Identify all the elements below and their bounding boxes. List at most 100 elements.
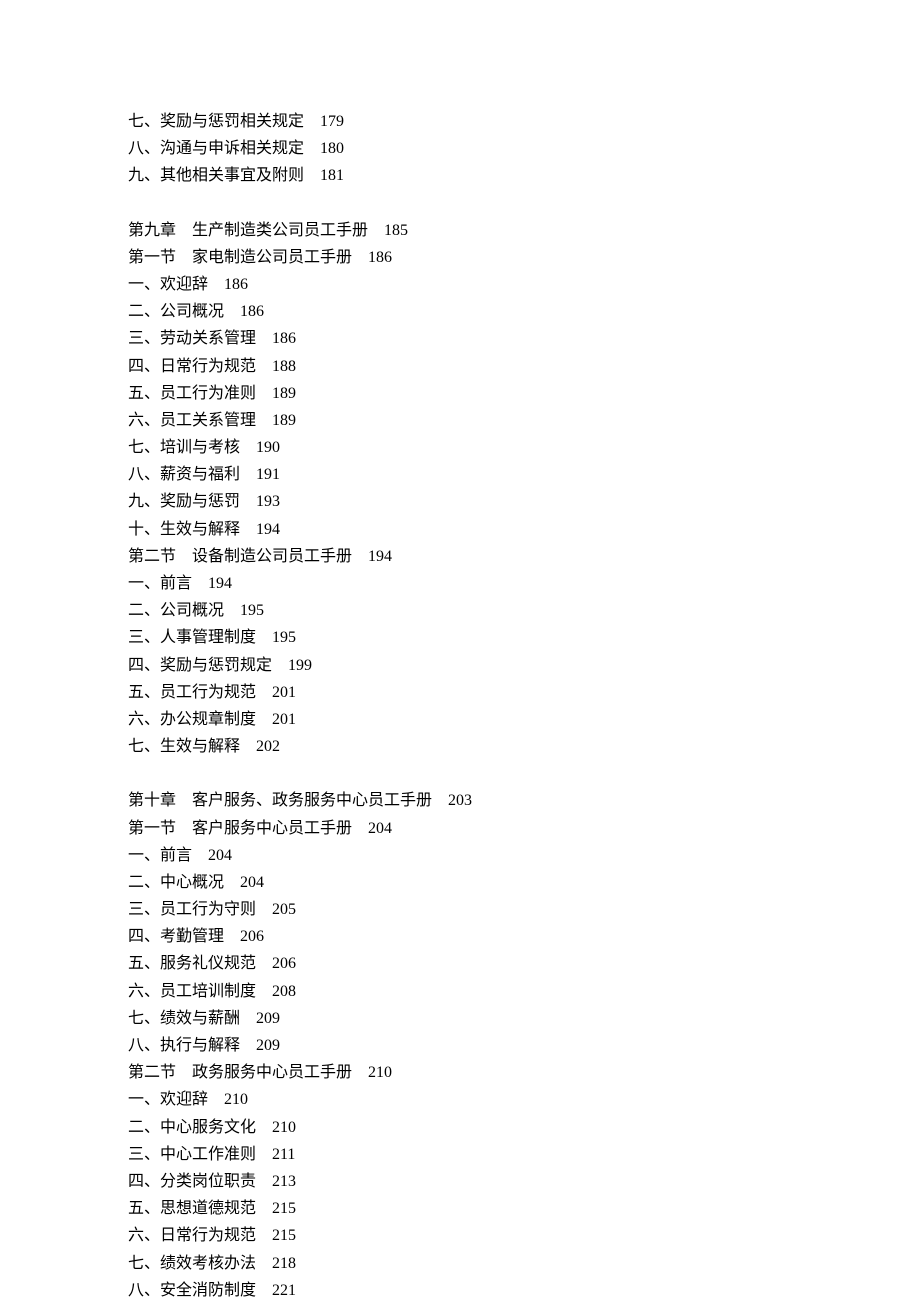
toc-entry: 二、公司概况 195 (128, 597, 920, 624)
toc-entry-page: 208 (272, 983, 296, 1000)
toc-entry-page: 188 (272, 358, 296, 375)
toc-entry-page: 179 (320, 113, 344, 130)
toc-entry-page: 204 (368, 820, 392, 837)
toc-entry-title: 六、员工培训制度 (128, 983, 256, 1000)
toc-entry: 第一节 家电制造公司员工手册 186 (128, 244, 920, 271)
toc-entry-title: 二、中心概况 (128, 874, 224, 891)
toc-entry: 七、绩效考核办法218 (128, 1250, 920, 1277)
toc-entry-page: 218 (272, 1255, 296, 1272)
toc-entry: 六、日常行为规范215 (128, 1222, 920, 1249)
toc-entry: 四、日常行为规范 188 (128, 353, 920, 380)
toc-entry: 三、员工行为守则 205 (128, 896, 920, 923)
toc-entry: 六、员工关系管理189 (128, 407, 920, 434)
toc-entry-page: 205 (272, 901, 296, 918)
toc-entry-title: 二、公司概况 (128, 303, 224, 320)
toc-entry-title: 一、前言 (128, 847, 192, 864)
toc-entry-title: 一、欢迎辞 (128, 276, 208, 293)
toc-entry-title: 七、培训与考核 (128, 439, 240, 456)
toc-entry-title: 二、中心服务文化 (128, 1119, 256, 1136)
toc-entry: 八、安全消防制度 221 (128, 1277, 920, 1304)
toc-entry: 六、办公规章制度 201 (128, 706, 920, 733)
toc-entry-page: 209 (256, 1010, 280, 1027)
toc-entry: 八、薪资与福利 191 (128, 461, 920, 488)
toc-entry-title: 九、奖励与惩罚 (128, 493, 240, 510)
toc-entry: 十、生效与解释194 (128, 516, 920, 543)
section-gap (128, 190, 920, 217)
toc-entry-title: 八、沟通与申诉相关规定 (128, 140, 304, 157)
toc-entry-page: 206 (272, 955, 296, 972)
toc-entry: 七、生效与解释 202 (128, 733, 920, 760)
toc-entry-title: 八、安全消防制度 (128, 1282, 256, 1299)
toc-entry-title: 四、分类岗位职责 (128, 1173, 256, 1190)
toc-entry: 三、人事管理制度195 (128, 624, 920, 651)
toc-entry: 二、中心服务文化210 (128, 1114, 920, 1141)
toc-entry-title: 四、日常行为规范 (128, 358, 256, 375)
toc-entry-title: 第一节 家电制造公司员工手册 (128, 249, 352, 266)
toc-entry-title: 五、服务礼仪规范 (128, 955, 256, 972)
toc-entry: 八、执行与解释 209 (128, 1032, 920, 1059)
toc-entry: 五、服务礼仪规范 206 (128, 950, 920, 977)
toc-entry-page: 215 (272, 1200, 296, 1217)
toc-entry-page: 202 (256, 738, 280, 755)
toc-entry: 七、绩效与薪酬 209 (128, 1005, 920, 1032)
toc-entry: 三、劳动关系管理186 (128, 325, 920, 352)
toc-entry-title: 第九章 生产制造类公司员工手册 (128, 222, 368, 239)
toc-entry-title: 七、奖励与惩罚相关规定 (128, 113, 304, 130)
toc-entry-title: 七、生效与解释 (128, 738, 240, 755)
toc-entry-page: 180 (320, 140, 344, 157)
toc-entry-title: 五、员工行为准则 (128, 385, 256, 402)
toc-entry: 七、培训与考核 190 (128, 434, 920, 461)
toc-entry: 五、员工行为规范 201 (128, 679, 920, 706)
toc-entry-page: 195 (240, 602, 264, 619)
toc-entry: 五、思想道德规范 215 (128, 1195, 920, 1222)
toc-entry: 一、欢迎辞 186 (128, 271, 920, 298)
toc-entry-page: 186 (224, 276, 248, 293)
toc-entry-title: 第十章 客户服务、政务服务中心员工手册 (128, 792, 432, 809)
toc-entry: 七、奖励与惩罚相关规定 179 (128, 108, 920, 135)
toc-entry-page: 210 (224, 1091, 248, 1108)
toc-entry-page: 211 (272, 1146, 295, 1163)
toc-entry-page: 186 (368, 249, 392, 266)
toc-entry: 第二节 设备制造公司员工手册194 (128, 543, 920, 570)
toc-entry-page: 189 (272, 385, 296, 402)
toc-entry: 第十章 客户服务、政务服务中心员工手册203 (128, 787, 920, 814)
toc-entry-page: 209 (256, 1037, 280, 1054)
toc-entry: 三、中心工作准则 211 (128, 1141, 920, 1168)
toc-entry-page: 210 (368, 1064, 392, 1081)
toc-entry-page: 189 (272, 412, 296, 429)
toc-entry-title: 三、中心工作准则 (128, 1146, 256, 1163)
toc-entry: 二、公司概况 186 (128, 298, 920, 325)
toc-entry-page: 201 (272, 711, 296, 728)
toc-entry-page: 213 (272, 1173, 296, 1190)
toc-entry-page: 221 (272, 1282, 296, 1299)
toc-entry-title: 一、前言 (128, 575, 192, 592)
toc-entry: 五、员工行为准则 189 (128, 380, 920, 407)
toc-entry-title: 八、薪资与福利 (128, 466, 240, 483)
toc-entry: 九、其他相关事宜及附则181 (128, 162, 920, 189)
toc-entry-page: 206 (240, 928, 264, 945)
toc-entry-page: 201 (272, 684, 296, 701)
toc-entry: 第一节 客户服务中心员工手册 204 (128, 815, 920, 842)
toc-entry: 第二节 政务服务中心员工手册210 (128, 1059, 920, 1086)
toc-entry-page: 186 (240, 303, 264, 320)
toc-entry-title: 五、员工行为规范 (128, 684, 256, 701)
toc-entry-page: 195 (272, 629, 296, 646)
toc-entry-page: 193 (256, 493, 280, 510)
toc-entry-title: 八、执行与解释 (128, 1037, 240, 1054)
toc-entry-title: 五、思想道德规范 (128, 1200, 256, 1217)
toc-entry-page: 191 (256, 466, 280, 483)
toc-entry: 八、沟通与申诉相关规定 180 (128, 135, 920, 162)
toc-entry-title: 四、考勤管理 (128, 928, 224, 945)
toc-entry-page: 190 (256, 439, 280, 456)
toc-entry-title: 第一节 客户服务中心员工手册 (128, 820, 352, 837)
toc-entry-title: 第二节 设备制造公司员工手册 (128, 548, 352, 565)
table-of-contents: 七、奖励与惩罚相关规定 179 八、沟通与申诉相关规定 180 九、其他相关事宜及附则1… (128, 108, 920, 1304)
toc-entry-title: 二、公司概况 (128, 602, 224, 619)
toc-entry-title: 七、绩效与薪酬 (128, 1010, 240, 1027)
toc-entry-title: 四、奖励与惩罚规定 (128, 657, 272, 674)
toc-entry-title: 六、办公规章制度 (128, 711, 256, 728)
toc-entry: 一、欢迎辞210 (128, 1086, 920, 1113)
toc-entry-title: 三、员工行为守则 (128, 901, 256, 918)
toc-entry-title: 十、生效与解释 (128, 521, 240, 538)
toc-entry: 四、奖励与惩罚规定199 (128, 652, 920, 679)
